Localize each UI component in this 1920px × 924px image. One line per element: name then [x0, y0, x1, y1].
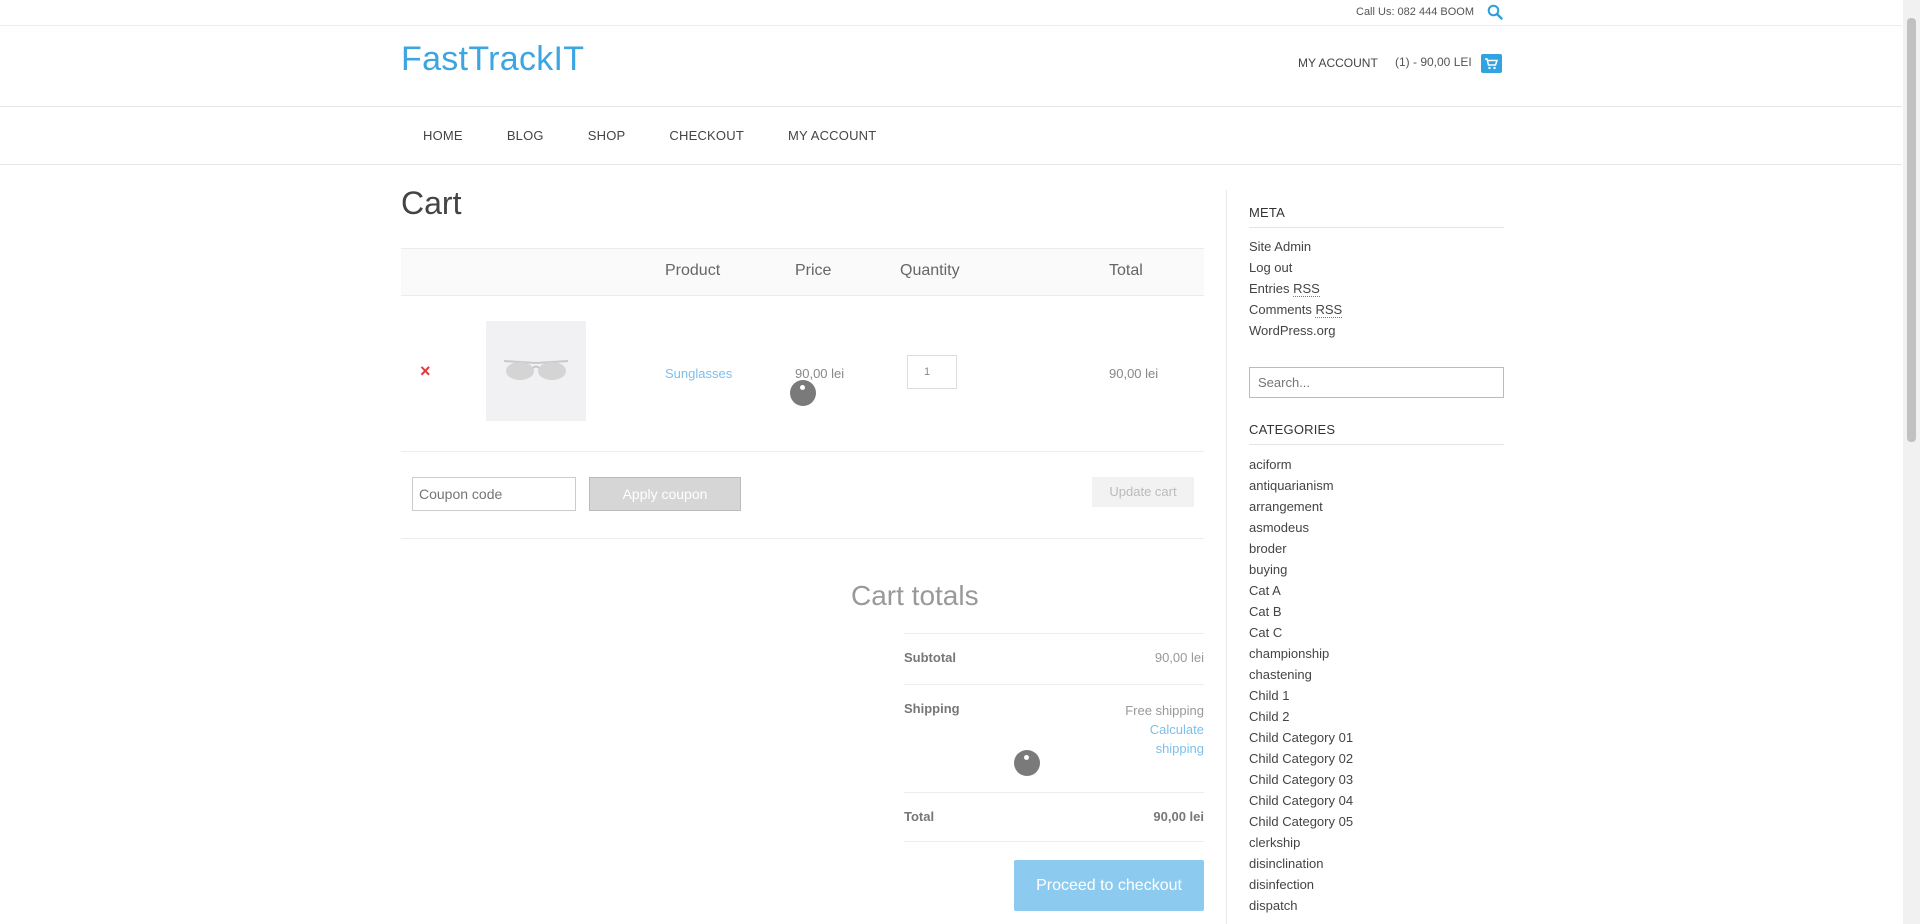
call-us-text: Call Us: 082 444 BOOM — [1356, 6, 1474, 18]
header-price: Price — [795, 262, 832, 279]
category-item[interactable]: Child Category 04 — [1249, 790, 1353, 811]
sunglasses-image[interactable] — [486, 321, 586, 421]
entries-label: Entries — [1249, 281, 1290, 296]
total-label: Total — [904, 809, 935, 824]
category-item[interactable]: Child Category 01 — [1249, 727, 1353, 748]
meta-widget-title: META — [1249, 205, 1285, 220]
category-item[interactable]: Child Category 05 — [1249, 811, 1353, 832]
category-item[interactable]: Cat B — [1249, 601, 1353, 622]
calculate-shipping-link[interactable]: Calculate — [1125, 720, 1204, 739]
subtotal-value: 90,00 lei — [1154, 650, 1204, 665]
categories-list: aciform antiquarianism arrangement asmod… — [1249, 454, 1353, 916]
cart-item-row: × Sunglasses 90,00 lei 90,00 lei — [401, 296, 1204, 452]
shipping-label: Shipping — [904, 701, 960, 716]
quantity-input[interactable] — [907, 355, 957, 389]
category-item[interactable]: disinclination — [1249, 853, 1353, 874]
header-my-account-link[interactable]: MY ACCOUNT — [1298, 56, 1378, 70]
header-total: Total — [1109, 262, 1143, 279]
header-quantity: Quantity — [900, 262, 960, 279]
cart-table-header: Product Price Quantity Total — [401, 248, 1204, 296]
category-item[interactable]: dispatch — [1249, 895, 1353, 916]
proceed-to-checkout-button[interactable]: Proceed to checkout — [1014, 860, 1204, 911]
cart-totals: Subtotal 90,00 lei Shipping Free shippin… — [904, 633, 1204, 842]
scrollbar-thumb[interactable] — [1907, 18, 1916, 442]
category-item[interactable]: broder — [1249, 538, 1353, 559]
page-scrollbar[interactable] — [1903, 0, 1920, 924]
nav-blog[interactable]: BLOG — [485, 107, 566, 164]
category-item[interactable]: buying — [1249, 559, 1353, 580]
meta-site-admin[interactable]: Site Admin — [1249, 236, 1342, 257]
category-item[interactable]: chastening — [1249, 664, 1353, 685]
category-item[interactable]: disinfection — [1249, 874, 1353, 895]
meta-comments-rss[interactable]: Comments RSS — [1249, 299, 1343, 320]
product-price: 90,00 lei — [795, 366, 845, 381]
main-navigation: HOME BLOG SHOP CHECKOUT MY ACCOUNT — [0, 107, 1902, 165]
meta-log-out[interactable]: Log out — [1249, 257, 1342, 278]
category-item[interactable]: asmodeus — [1249, 517, 1353, 538]
subtotal-label: Subtotal — [904, 650, 956, 665]
rss-abbr: RSS — [1293, 281, 1320, 297]
shipping-row: Shipping Free shipping Calculate shippin… — [904, 684, 1204, 792]
nav-shop[interactable]: SHOP — [566, 107, 648, 164]
loading-indicator-2 — [1014, 750, 1040, 776]
header-product: Product — [665, 262, 721, 279]
nav-home[interactable]: HOME — [401, 107, 485, 164]
shipping-method: Free shipping — [1125, 703, 1204, 718]
coupon-code-input[interactable] — [412, 477, 576, 511]
site-header: FastTrackIT MY ACCOUNT (1) - 90,00 LEI — [0, 26, 1902, 107]
header-cart-summary[interactable]: (1) - 90,00 LEI — [1395, 55, 1472, 69]
category-item[interactable]: Child 2 — [1249, 706, 1353, 727]
top-bar: Call Us: 082 444 BOOM — [0, 0, 1902, 26]
meta-list: Site Admin Log out Entries RSS Comments … — [1249, 236, 1343, 341]
rss-abbr: RSS — [1315, 302, 1343, 318]
category-item[interactable]: antiquarianism — [1249, 475, 1353, 496]
cart-actions: Apply coupon Update cart — [401, 452, 1204, 539]
cart-totals-title: Cart totals — [851, 580, 979, 611]
remove-item-button[interactable]: × — [420, 361, 431, 382]
meta-entries-rss[interactable]: Entries RSS — [1249, 278, 1342, 299]
category-item[interactable]: Cat A — [1249, 580, 1353, 601]
total-row: Total 90,00 lei — [904, 792, 1204, 842]
category-item[interactable]: Child Category 03 — [1249, 769, 1353, 790]
nav-my-account[interactable]: MY ACCOUNT — [766, 107, 898, 164]
category-item[interactable]: clerkship — [1249, 832, 1353, 853]
category-item[interactable]: championship — [1249, 643, 1353, 664]
category-item[interactable]: arrangement — [1249, 496, 1353, 517]
site-logo[interactable]: FastTrackIT — [401, 40, 584, 79]
comments-label: Comments — [1249, 302, 1312, 317]
calculate-shipping-link-line2[interactable]: shipping — [1125, 739, 1204, 758]
product-name-link[interactable]: Sunglasses — [665, 366, 732, 381]
sidebar: META Site Admin Log out Entries RSS Comm… — [1226, 190, 1504, 924]
nav-checkout[interactable]: CHECKOUT — [647, 107, 766, 164]
page-title: Cart — [401, 185, 462, 221]
loading-indicator — [790, 380, 816, 406]
meta-divider — [1249, 227, 1504, 228]
categories-divider — [1249, 444, 1504, 445]
total-value: 90,00 lei — [1153, 809, 1204, 824]
category-item[interactable]: aciform — [1249, 454, 1353, 475]
categories-widget-title: CATEGORIES — [1249, 422, 1336, 437]
search-icon[interactable] — [1487, 4, 1503, 20]
category-item[interactable]: Child 1 — [1249, 685, 1353, 706]
shipping-value-group: Free shipping Calculate shipping — [1125, 701, 1204, 758]
cart-icon[interactable] — [1481, 54, 1502, 73]
category-item[interactable]: Cat C — [1249, 622, 1353, 643]
meta-wordpress-org[interactable]: WordPress.org — [1249, 320, 1342, 341]
apply-coupon-button[interactable]: Apply coupon — [589, 477, 741, 511]
sidebar-search-input[interactable] — [1249, 367, 1504, 398]
update-cart-button[interactable]: Update cart — [1092, 477, 1194, 507]
category-item[interactable]: Child Category 02 — [1249, 748, 1353, 769]
product-subtotal: 90,00 lei — [1109, 366, 1159, 381]
subtotal-row: Subtotal 90,00 lei — [904, 633, 1204, 684]
